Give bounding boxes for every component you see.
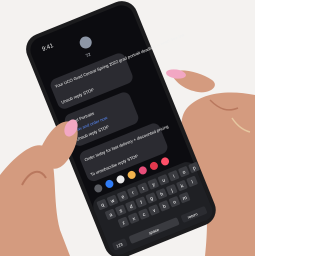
photo-scene: 9:41 72 Your UCO Grad Central Spring 202… (0, 0, 255, 256)
